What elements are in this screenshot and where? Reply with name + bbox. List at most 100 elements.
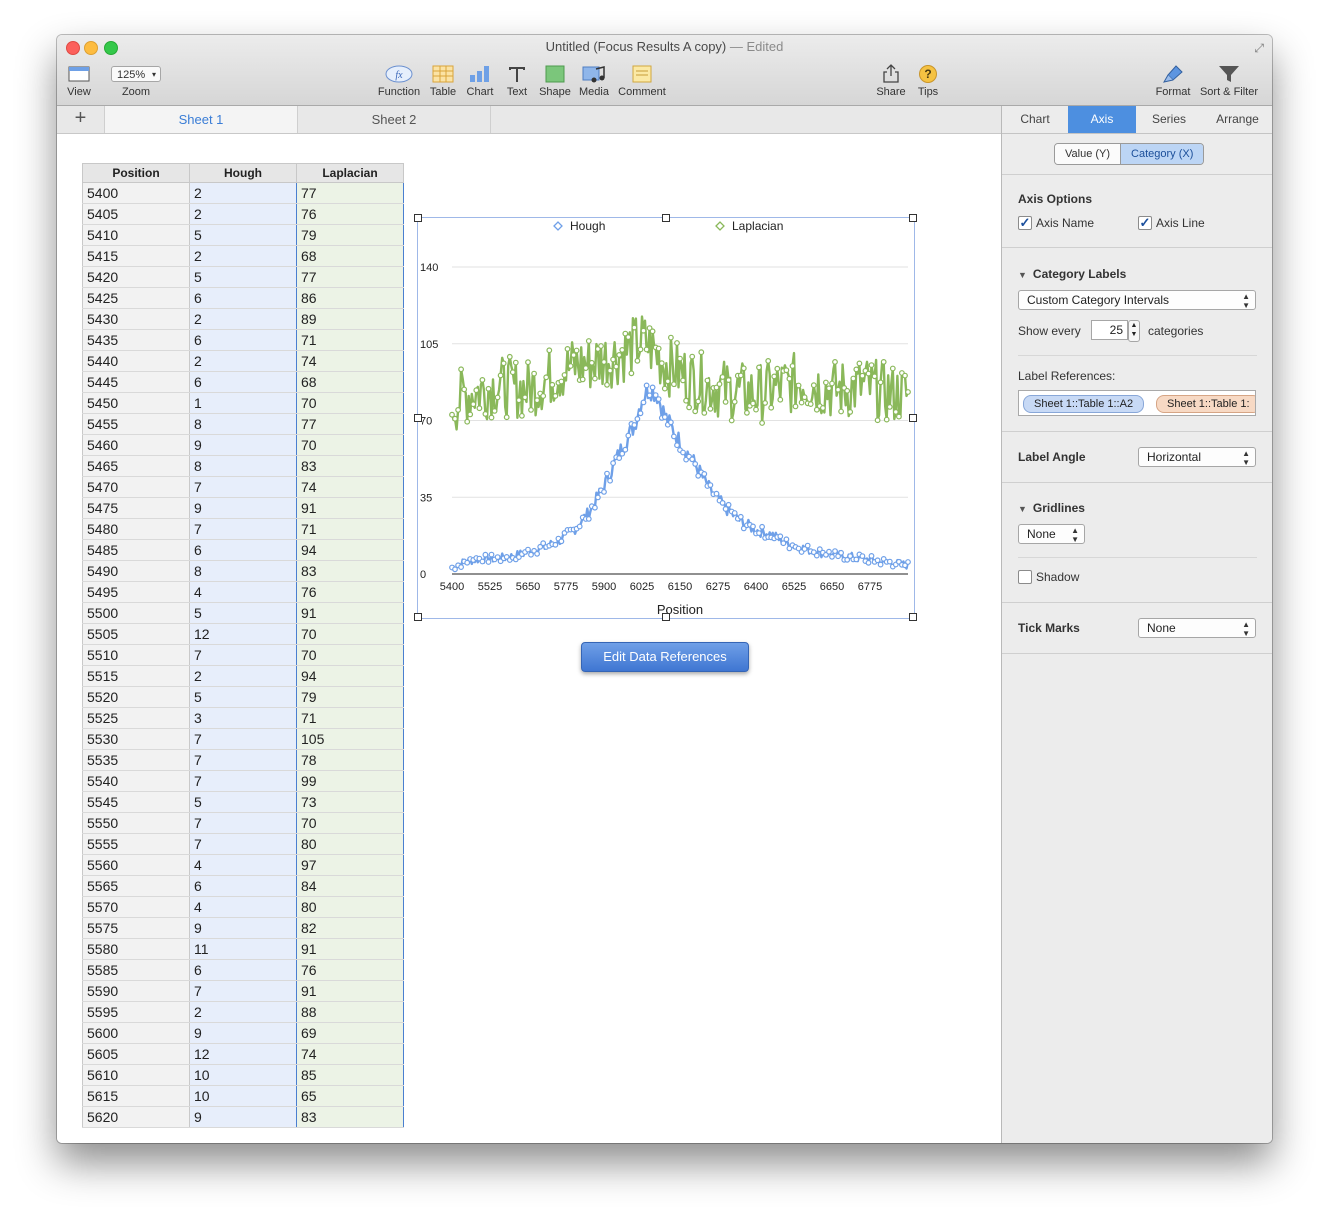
cell-position[interactable]: 5415 [82,245,190,267]
cell-position[interactable]: 5580 [82,938,190,960]
cell-hough[interactable]: 7 [189,749,297,771]
cell-position[interactable]: 5400 [82,182,190,204]
cell-laplacian[interactable]: 68 [296,245,404,267]
cell-position[interactable]: 5530 [82,728,190,750]
chart[interactable]: 0 35 70 105 140 5400 5525 5650 5775 5900 6025 6150 6… [414,214,917,621]
cell-laplacian[interactable]: 83 [296,560,404,582]
cell-hough[interactable]: 12 [189,623,297,645]
cell-hough[interactable]: 4 [189,581,297,603]
cell-laplacian[interactable]: 94 [296,665,404,687]
sort-filter-button[interactable]: Sort & Filter [1198,63,1260,98]
column-header-hough[interactable]: Hough [189,163,297,183]
resize-handle[interactable] [414,613,422,621]
cell-laplacian[interactable]: 76 [296,581,404,603]
cell-position[interactable]: 5610 [82,1064,190,1086]
cell-hough[interactable]: 7 [189,833,297,855]
cell-hough[interactable]: 2 [189,245,297,267]
tab-sheet-1[interactable]: Sheet 1 [105,106,298,133]
add-sheet-button[interactable]: + [57,106,105,133]
column-header-laplacian[interactable]: Laplacian [296,163,404,183]
cell-position[interactable]: 5540 [82,770,190,792]
resize-handle[interactable] [662,613,670,621]
cell-position[interactable]: 5575 [82,917,190,939]
cell-hough[interactable]: 8 [189,560,297,582]
cell-laplacian[interactable]: 89 [296,308,404,330]
cell-laplacian[interactable]: 80 [296,833,404,855]
cell-hough[interactable]: 6 [189,875,297,897]
reference-token[interactable]: Sheet 1::Table 1: [1156,395,1255,413]
cell-hough[interactable]: 5 [189,266,297,288]
edit-data-references-button[interactable]: Edit Data References [581,642,749,672]
cell-laplacian[interactable]: 70 [296,812,404,834]
cell-hough[interactable]: 9 [189,917,297,939]
cell-hough[interactable]: 2 [189,203,297,225]
cell-laplacian[interactable]: 97 [296,854,404,876]
cell-hough[interactable]: 8 [189,455,297,477]
value-y-segment[interactable]: Value (Y) [1055,144,1121,164]
cell-hough[interactable]: 12 [189,1043,297,1065]
cell-hough[interactable]: 5 [189,686,297,708]
cell-laplacian[interactable]: 85 [296,1064,404,1086]
cell-laplacian[interactable]: 69 [296,1022,404,1044]
cell-position[interactable]: 5480 [82,518,190,540]
cell-hough[interactable]: 1 [189,392,297,414]
cell-position[interactable]: 5620 [82,1106,190,1128]
cell-hough[interactable]: 9 [189,1106,297,1128]
cell-laplacian[interactable]: 76 [296,959,404,981]
line-chart[interactable]: 035701051405400 5525 5650 5775 5900 6025 6150 6… [418,218,914,618]
reference-token[interactable]: Sheet 1::Table 1::A2 [1023,395,1145,413]
cell-laplacian[interactable]: 91 [296,938,404,960]
cell-laplacian[interactable]: 91 [296,497,404,519]
cell-position[interactable]: 5595 [82,1001,190,1023]
cell-hough[interactable]: 5 [189,602,297,624]
cell-hough[interactable]: 7 [189,770,297,792]
cell-position[interactable]: 5475 [82,497,190,519]
cell-position[interactable]: 5555 [82,833,190,855]
cell-position[interactable]: 5520 [82,686,190,708]
tab-chart[interactable]: Chart [1002,106,1068,133]
cell-hough[interactable]: 7 [189,812,297,834]
cell-position[interactable]: 5565 [82,875,190,897]
cell-laplacian[interactable]: 70 [296,392,404,414]
category-labels-title[interactable]: ▼ Category Labels [1018,267,1126,281]
cell-laplacian[interactable]: 88 [296,1001,404,1023]
cell-hough[interactable]: 5 [189,791,297,813]
tab-sheet-2[interactable]: Sheet 2 [298,106,491,133]
cell-position[interactable]: 5430 [82,308,190,330]
cell-position[interactable]: 5445 [82,371,190,393]
cell-laplacian[interactable]: 76 [296,203,404,225]
cell-hough[interactable]: 10 [189,1064,297,1086]
cell-position[interactable]: 5455 [82,413,190,435]
cell-laplacian[interactable]: 82 [296,917,404,939]
shadow-checkbox[interactable] [1018,570,1032,584]
cell-laplacian[interactable]: 77 [296,182,404,204]
cell-position[interactable]: 5605 [82,1043,190,1065]
chart-button[interactable]: Chart [464,63,496,98]
cell-laplacian[interactable]: 74 [296,1043,404,1065]
cell-laplacian[interactable]: 79 [296,224,404,246]
table-button[interactable]: Table [427,63,459,98]
category-labels-popup[interactable]: Custom Category Intervals ▲ ▼ [1018,290,1256,310]
share-button[interactable]: Share [875,63,907,98]
cell-laplacian[interactable]: 99 [296,770,404,792]
cell-position[interactable]: 5470 [82,476,190,498]
media-button[interactable]: Media [577,63,611,98]
resize-handle[interactable] [414,214,422,222]
resize-handle[interactable] [414,414,422,422]
cell-hough[interactable]: 7 [189,728,297,750]
label-references-field[interactable]: Sheet 1::Table 1::A2 Sheet 1::Table 1: [1018,390,1256,416]
resize-handle[interactable] [909,414,917,422]
cell-laplacian[interactable]: 71 [296,329,404,351]
cell-hough[interactable]: 3 [189,707,297,729]
cell-laplacian[interactable]: 77 [296,266,404,288]
resize-handle[interactable] [662,214,670,222]
cell-laplacian[interactable]: 83 [296,455,404,477]
show-every-stepper[interactable]: ▲ ▼ [1128,320,1140,342]
gridlines-title[interactable]: ▼ Gridlines [1018,501,1085,515]
cell-hough[interactable]: 2 [189,182,297,204]
label-angle-popup[interactable]: Horizontal ▲ ▼ [1138,447,1256,467]
cell-position[interactable]: 5585 [82,959,190,981]
cell-laplacian[interactable]: 70 [296,644,404,666]
column-header-position[interactable]: Position [82,163,190,183]
cell-laplacian[interactable]: 91 [296,602,404,624]
